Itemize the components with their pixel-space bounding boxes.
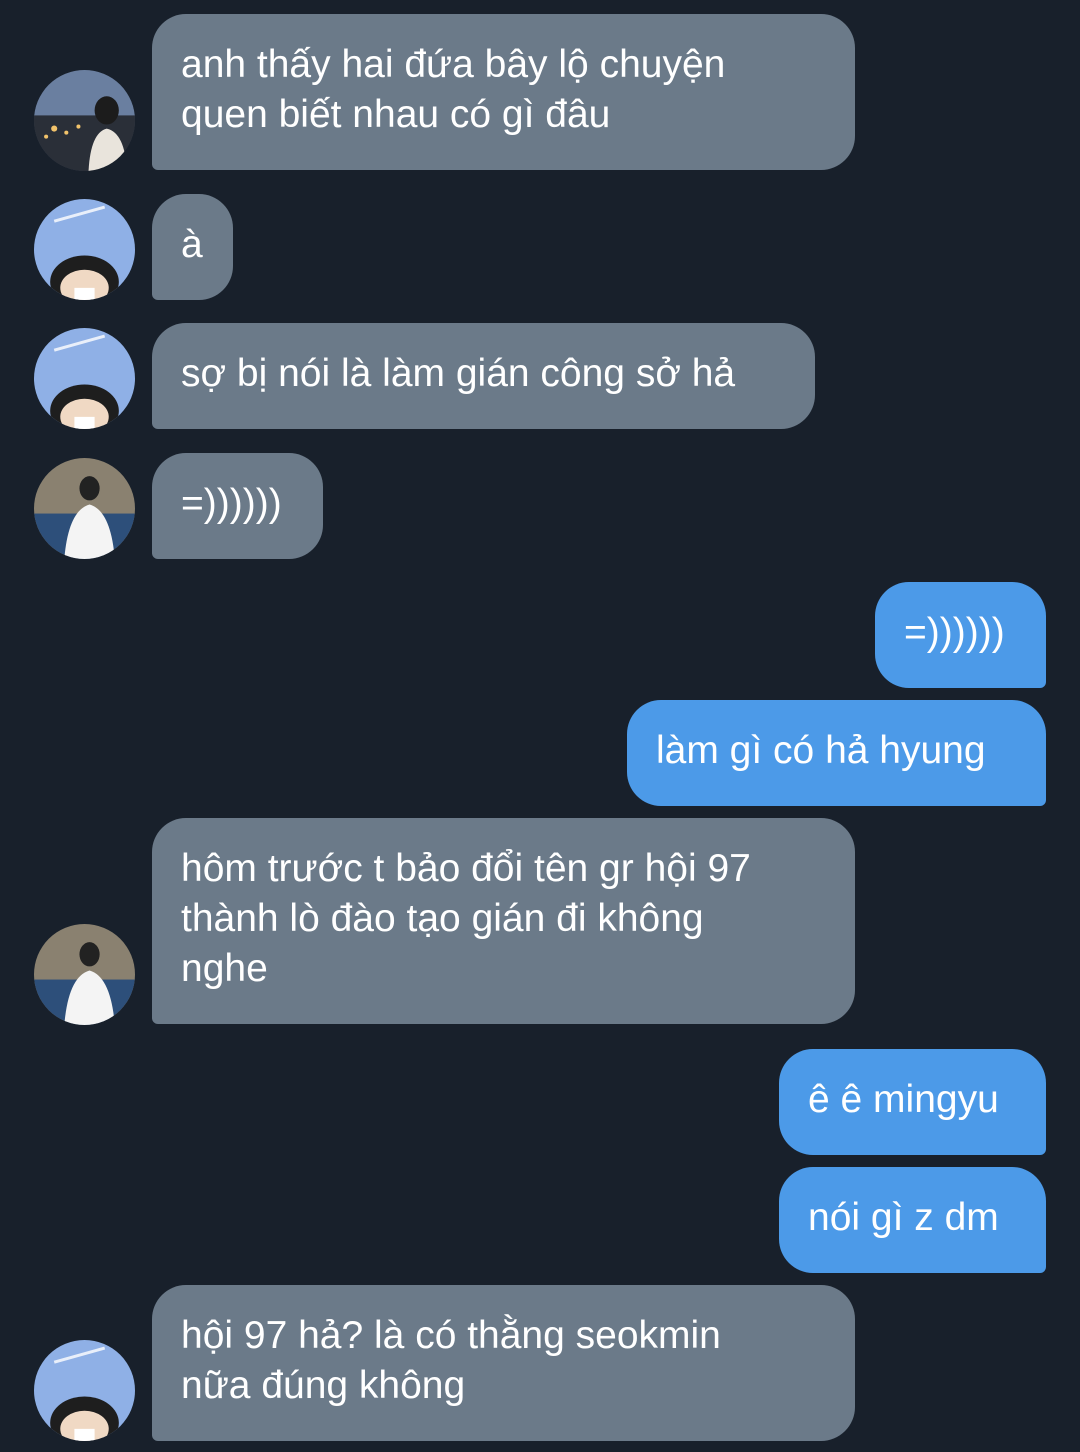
message-text: làm gì có hả hyung bbox=[656, 729, 986, 772]
message-row-incoming: sợ bị nói là làm gián công sở hả bbox=[0, 323, 1080, 429]
avatar-sky-face-icon[interactable] bbox=[34, 1340, 135, 1441]
message-text: à bbox=[181, 223, 203, 266]
avatar-sky-face-icon[interactable] bbox=[34, 199, 135, 300]
message-text: quen biết nhau có gì đâu bbox=[181, 93, 611, 136]
message-bubble[interactable]: anh thấy hai đứa bây lộ chuyện quen biết… bbox=[152, 14, 855, 170]
avatar-sky-face-icon[interactable] bbox=[34, 328, 135, 429]
message-text: =)))))) bbox=[181, 482, 282, 525]
message-row-outgoing: =)))))) bbox=[0, 582, 1080, 688]
message-text: anh thấy hai đứa bây lộ chuyện bbox=[181, 43, 726, 86]
message-bubble[interactable]: nói gì z dm bbox=[779, 1167, 1046, 1273]
message-text: hội 97 hả? là có thằng seokmin bbox=[181, 1314, 721, 1357]
message-text: hôm trước t bảo đổi tên gr hội 97 bbox=[181, 847, 751, 890]
message-row-incoming: hội 97 hả? là có thằng seokmin nữa đúng … bbox=[0, 1285, 1080, 1441]
message-text: =)))))) bbox=[904, 611, 1005, 654]
message-bubble[interactable]: làm gì có hả hyung bbox=[627, 700, 1046, 806]
message-row-incoming: à bbox=[0, 194, 1080, 300]
avatar-white-shirt-icon[interactable] bbox=[34, 458, 135, 559]
message-text: nghe bbox=[181, 947, 268, 990]
message-bubble[interactable]: à bbox=[152, 194, 233, 300]
message-row-incoming: anh thấy hai đứa bây lộ chuyện quen biết… bbox=[0, 14, 1080, 171]
message-row-outgoing: nói gì z dm bbox=[0, 1167, 1080, 1273]
avatar-city-night-icon[interactable] bbox=[34, 70, 135, 171]
message-text: thành lò đào tạo gián đi không bbox=[181, 897, 704, 940]
message-row-outgoing: ê ê mingyu bbox=[0, 1049, 1080, 1155]
message-row-outgoing: làm gì có hả hyung bbox=[0, 700, 1080, 806]
message-bubble[interactable]: =)))))) bbox=[875, 582, 1046, 688]
message-text: nữa đúng không bbox=[181, 1364, 466, 1407]
message-row-incoming: =)))))) bbox=[0, 453, 1080, 559]
avatar-white-shirt-icon[interactable] bbox=[34, 924, 135, 1025]
message-bubble[interactable]: hôm trước t bảo đổi tên gr hội 97 thành … bbox=[152, 818, 855, 1024]
message-text: nói gì z dm bbox=[808, 1196, 999, 1239]
message-bubble[interactable]: hội 97 hả? là có thằng seokmin nữa đúng … bbox=[152, 1285, 855, 1441]
message-text: ê ê mingyu bbox=[808, 1078, 999, 1121]
message-bubble[interactable]: =)))))) bbox=[152, 453, 323, 559]
chat-thread: anh thấy hai đứa bây lộ chuyện quen biết… bbox=[0, 0, 1080, 1452]
message-bubble[interactable]: ê ê mingyu bbox=[779, 1049, 1046, 1155]
message-bubble[interactable]: sợ bị nói là làm gián công sở hả bbox=[152, 323, 815, 429]
message-text: sợ bị nói là làm gián công sở hả bbox=[181, 352, 736, 395]
message-row-incoming: hôm trước t bảo đổi tên gr hội 97 thành … bbox=[0, 818, 1080, 1025]
